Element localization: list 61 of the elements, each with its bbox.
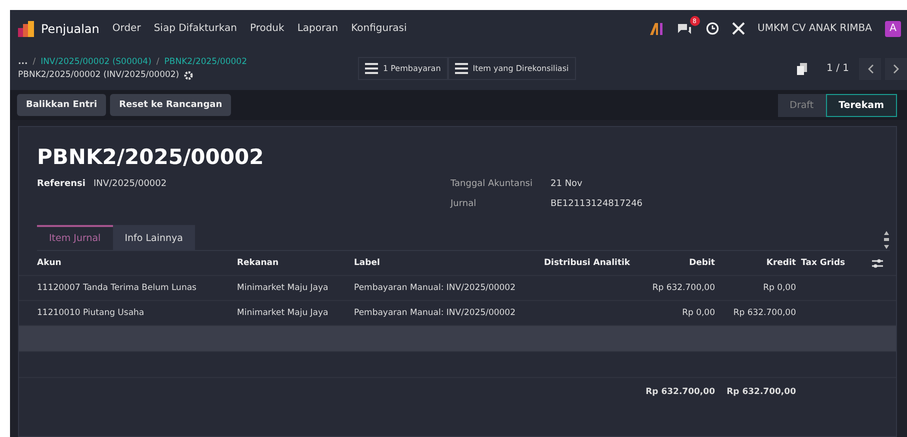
app-name[interactable]: Penjualan — [41, 22, 100, 36]
credit-total: Rp 632.700,00 — [726, 387, 796, 397]
debit-total: Rp 632.700,00 — [645, 387, 715, 397]
chat-icon[interactable] — [676, 22, 693, 35]
field-label: Referensi — [37, 179, 86, 189]
table-cell-text: Rp 632.700,00 — [732, 308, 796, 318]
table-cell-text: Pembayaran Manual: INV/2025/00002 — [354, 283, 516, 293]
list-icon — [454, 63, 468, 74]
user-avatar[interactable]: A — [885, 20, 901, 36]
field-value: BE12113124817246 — [550, 199, 643, 209]
table-cell-text: 11210010 Piutang Usaha — [37, 308, 146, 318]
table-cell-text: Rp 632.700,00 — [651, 283, 715, 293]
field-label: Jurnal — [450, 199, 478, 209]
next-button[interactable] — [885, 58, 907, 80]
menu-item[interactable]: Laporan — [297, 23, 338, 34]
breadcrumb-ellipsis[interactable]: ... — [18, 57, 28, 67]
sort-icon[interactable] — [883, 230, 890, 250]
column-header[interactable]: Label — [354, 258, 539, 268]
menu-item[interactable]: Konfigurasi — [351, 23, 407, 34]
menu-item[interactable]: Produk — [250, 23, 284, 34]
pager-value[interactable]: 1 / 1 — [826, 63, 849, 74]
column-settings-icon[interactable] — [872, 258, 882, 268]
field-value: INV/2025/00002 — [93, 179, 167, 189]
documents-icon[interactable] — [796, 62, 807, 74]
field-label: Tanggal Akuntansi — [450, 179, 534, 189]
breadcrumb-separator: / — [32, 57, 36, 67]
status-step[interactable]: Draft — [778, 94, 826, 116]
action-button[interactable]: Balikkan Entri — [17, 94, 106, 116]
breadcrumb-separator: / — [156, 57, 160, 67]
table-cell-text: 11120007 Tanda Terima Belum Lunas — [37, 283, 198, 293]
column-header[interactable]: Tax Grids — [801, 258, 857, 268]
column-header[interactable]: Distribusi Analitik — [544, 258, 640, 268]
column-header[interactable]: Akun — [37, 258, 232, 268]
table-cell-text: Rp 0,00 — [681, 308, 715, 318]
list-icon — [365, 63, 378, 74]
status-step[interactable]: Terekam — [826, 94, 897, 116]
previous-button[interactable] — [859, 58, 881, 80]
action-button[interactable]: Reset ke Rancangan — [110, 94, 232, 116]
breadcrumb-link[interactable]: PBNK2/2025/00002 — [164, 57, 247, 67]
field-value: 21 Nov — [550, 179, 582, 189]
ai-icon[interactable] — [650, 22, 664, 34]
menu-item[interactable]: Order — [112, 23, 141, 34]
clock-icon[interactable] — [706, 22, 719, 35]
table-cell-text: Pembayaran Manual: INV/2025/00002 — [354, 308, 516, 318]
table-cell-text: Rp 0,00 — [762, 283, 796, 293]
column-header[interactable]: Debit — [645, 258, 715, 268]
breadcrumb-link[interactable]: INV/2025/00002 (S00004) — [40, 57, 152, 67]
table-cell-text: Minimarket Maju Jaya — [237, 283, 330, 293]
record-name: PBNK2/2025/00002 (INV/2025/00002) — [18, 70, 180, 80]
chevron-left-icon — [866, 64, 874, 74]
smart-button[interactable]: 1 Pembayaran — [358, 57, 448, 80]
app-logo-icon[interactable] — [18, 20, 34, 36]
chevron-right-icon — [892, 64, 900, 74]
smart-button[interactable]: Item yang Direkonsiliasi — [448, 57, 576, 80]
record-title: PBNK2/2025/00002 — [37, 145, 265, 169]
tab[interactable]: Info Lainnya — [112, 225, 195, 250]
column-header[interactable]: Rekanan — [237, 258, 349, 268]
column-header[interactable]: Kredit — [720, 258, 796, 268]
table-cell-text: Minimarket Maju Jaya — [237, 308, 330, 318]
company-name[interactable]: UMKM CV ANAK RIMBA — [758, 23, 872, 34]
menu-item[interactable]: Siap Difakturkan — [154, 23, 237, 34]
